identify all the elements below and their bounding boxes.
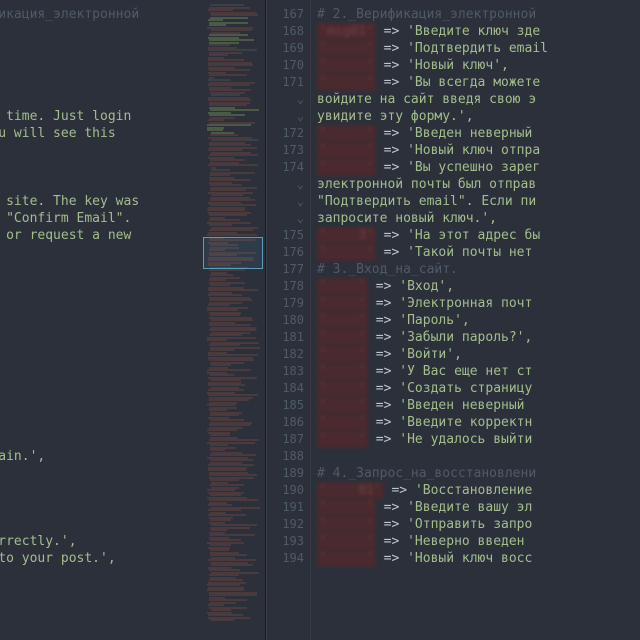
code-line[interactable]: ' ' => 'Новый ключ', bbox=[317, 57, 640, 74]
code-line[interactable]: ' ' => 'Подтвердить email bbox=[317, 40, 640, 57]
line-number: ⌄ bbox=[267, 108, 304, 125]
code-line[interactable]: ' ' => 'Электронная почт bbox=[317, 295, 640, 312]
code-line[interactable]: ' ' => 'Введите корректн bbox=[317, 414, 640, 431]
code-line[interactable]: # 3._Вход_на_сайт. bbox=[317, 261, 640, 278]
line-number: 186 bbox=[267, 414, 304, 431]
code-line[interactable]: ' ' => 'Забыли пароль?', bbox=[317, 329, 640, 346]
code-line[interactable]: ' 3' => 'На этот адрес бы bbox=[317, 227, 640, 244]
line-number: 191 bbox=[267, 499, 304, 516]
code-line[interactable]: ' ' => 'Вы всегда можете bbox=[317, 74, 640, 91]
line-number: ⌄ bbox=[267, 176, 304, 193]
left-editor-pane[interactable]: # 2._Верификация_электроннойundefinedund… bbox=[0, 0, 266, 640]
line-number: 193 bbox=[267, 533, 304, 550]
line-number: 184 bbox=[267, 380, 304, 397]
line-number-gutter: 167168169170171⌄⌄172173174⌄⌄⌄17517617717… bbox=[267, 0, 311, 640]
code-line[interactable]: ' ' => 'Новый ключ отпра bbox=[317, 142, 640, 159]
line-number: ⌄ bbox=[267, 193, 304, 210]
code-line[interactable]: ' ' => 'Вход', bbox=[317, 278, 640, 295]
line-number: 174 bbox=[267, 159, 304, 176]
line-number: 172 bbox=[267, 125, 304, 142]
code-line[interactable]: ' ' => 'Создать страницу bbox=[317, 380, 640, 397]
line-number: 176 bbox=[267, 244, 304, 261]
right-editor-pane[interactable]: 167168169170171⌄⌄172173174⌄⌄⌄17517617717… bbox=[266, 0, 640, 640]
line-number: 179 bbox=[267, 295, 304, 312]
code-line[interactable]: ' 01' => 'Восстановление bbox=[317, 482, 640, 499]
line-number: 173 bbox=[267, 142, 304, 159]
line-number: 168 bbox=[267, 23, 304, 40]
code-line[interactable]: электронной почты был отправ bbox=[317, 176, 640, 193]
line-number: 182 bbox=[267, 346, 304, 363]
line-number: 181 bbox=[267, 329, 304, 346]
line-number: 175 bbox=[267, 227, 304, 244]
line-number: 178 bbox=[267, 278, 304, 295]
code-line[interactable]: ' ' => 'Введен неверный bbox=[317, 397, 640, 414]
code-line[interactable]: ' ' => 'Войти', bbox=[317, 346, 640, 363]
line-number: 170 bbox=[267, 57, 304, 74]
line-number: ⌄ bbox=[267, 210, 304, 227]
line-number: 192 bbox=[267, 516, 304, 533]
line-number: 194 bbox=[267, 550, 304, 567]
minimap-viewport[interactable] bbox=[203, 237, 263, 269]
minimap[interactable] bbox=[203, 2, 263, 638]
line-number: 185 bbox=[267, 397, 304, 414]
code-line[interactable]: ' ' => 'Новый ключ восс bbox=[317, 550, 640, 567]
code-line[interactable]: ' ' => 'Отправить запро bbox=[317, 516, 640, 533]
line-number: 187 bbox=[267, 431, 304, 448]
code-line[interactable]: # 2._Верификация_электронной bbox=[317, 6, 640, 23]
code-line[interactable]: увидите эту форму.', bbox=[317, 108, 640, 125]
right-code-area[interactable]: # 2._Верификация_электронной'msg01' => '… bbox=[311, 0, 640, 640]
code-line[interactable]: # 4._Запрос_на_восстановлени bbox=[317, 465, 640, 482]
code-line[interactable] bbox=[317, 448, 640, 465]
line-number: ⌄ bbox=[267, 91, 304, 108]
line-number: 180 bbox=[267, 312, 304, 329]
code-line[interactable]: ' ' => 'Введен неверный bbox=[317, 125, 640, 142]
line-number: 188 bbox=[267, 448, 304, 465]
code-line[interactable]: ' ' => 'Вы успешно зарег bbox=[317, 159, 640, 176]
code-line[interactable]: ' ' => 'Не удалось выйти bbox=[317, 431, 640, 448]
code-line[interactable]: ' ' => 'Такой почты нет bbox=[317, 244, 640, 261]
line-number: 183 bbox=[267, 363, 304, 380]
line-number: 167 bbox=[267, 6, 304, 23]
line-number: 169 bbox=[267, 40, 304, 57]
line-number: 171 bbox=[267, 74, 304, 91]
code-line[interactable]: войдите на сайт введя свою э bbox=[317, 91, 640, 108]
code-line[interactable]: ' ' => 'У Вас еще нет ст bbox=[317, 363, 640, 380]
code-line[interactable]: ' ' => 'Пароль', bbox=[317, 312, 640, 329]
code-line[interactable]: запросите новый ключ.', bbox=[317, 210, 640, 227]
code-line[interactable]: ' ' => 'Введите вашу эл bbox=[317, 499, 640, 516]
code-line[interactable]: "Подтвердить email". Если пи bbox=[317, 193, 640, 210]
line-number: 177 bbox=[267, 261, 304, 278]
line-number: 189 bbox=[267, 465, 304, 482]
line-number: 190 bbox=[267, 482, 304, 499]
code-line[interactable]: 'msg01' => 'Введите ключ зде bbox=[317, 23, 640, 40]
code-line[interactable]: ' ' => 'Неверно введен bbox=[317, 533, 640, 550]
